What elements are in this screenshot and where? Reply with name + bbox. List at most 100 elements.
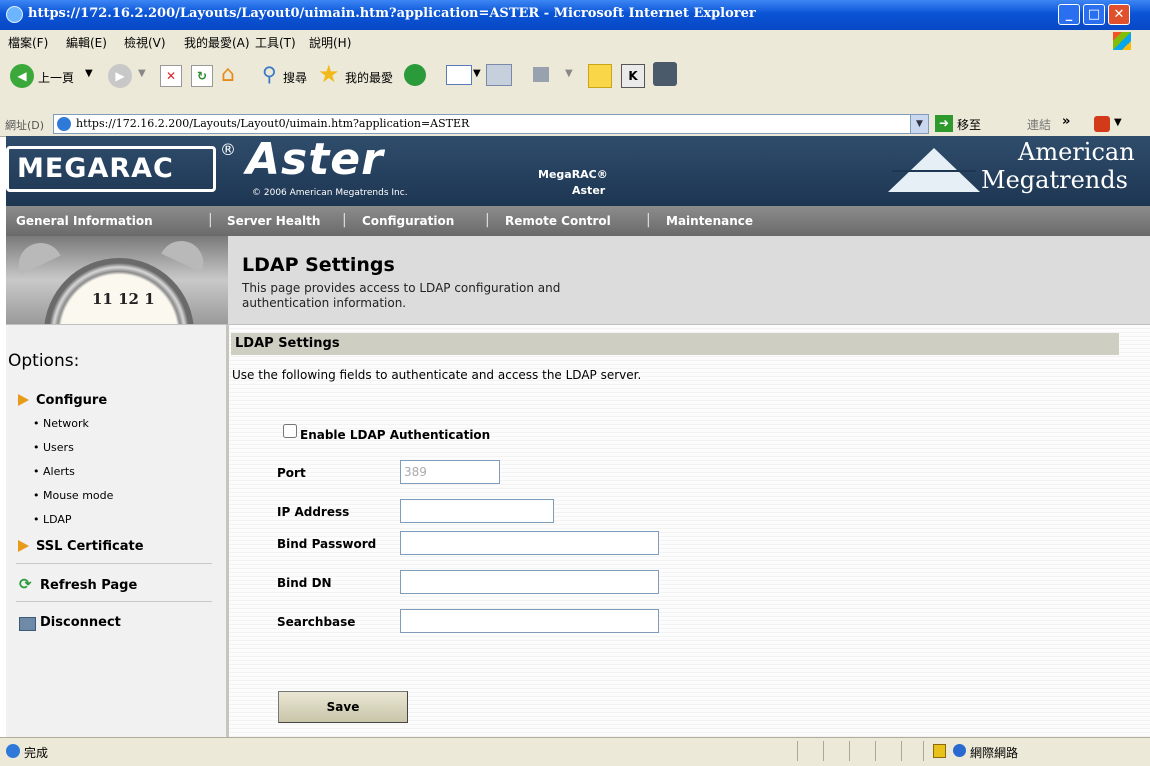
ip-address-input[interactable] bbox=[400, 499, 554, 523]
history-icon[interactable] bbox=[404, 64, 426, 86]
copyright-text: © 2006 American Megatrends Inc. bbox=[252, 188, 408, 198]
ami-logo-stripe bbox=[892, 170, 976, 172]
search-icon[interactable]: ⚲ bbox=[262, 62, 277, 86]
close-button[interactable]: ✕ bbox=[1108, 4, 1130, 25]
nav-remote-control[interactable]: Remote Control bbox=[505, 214, 611, 228]
edit-icon[interactable] bbox=[533, 67, 549, 82]
nav-maintenance[interactable]: Maintenance bbox=[666, 214, 753, 228]
sidebar-users[interactable]: • Users bbox=[33, 441, 74, 454]
main-nav: General Information | Server Health | Co… bbox=[6, 206, 1150, 236]
disconnect-icon[interactable] bbox=[19, 617, 36, 631]
page-title: LDAP Settings bbox=[242, 254, 395, 276]
refresh-icon[interactable]: ↻ bbox=[191, 65, 213, 87]
sidebar-disconnect[interactable]: Disconnect bbox=[40, 615, 121, 630]
ie-icon bbox=[6, 6, 23, 23]
menu-file[interactable]: 檔案(F) bbox=[8, 34, 48, 51]
address-dropdown-icon[interactable]: ▼ bbox=[910, 115, 928, 133]
ssl-arrow-icon bbox=[18, 540, 29, 552]
nav-general-information[interactable]: General Information bbox=[16, 214, 153, 228]
searchbase-label: Searchbase bbox=[277, 615, 356, 629]
zone-text: 網際網路 bbox=[970, 746, 1019, 760]
alarm-clock-image: 11 12 1 bbox=[6, 236, 228, 324]
aster-logo: Aster bbox=[246, 134, 384, 185]
search-label[interactable]: 搜尋 bbox=[283, 69, 307, 86]
menu-help[interactable]: 說明(H) bbox=[309, 34, 351, 51]
enable-ldap-checkbox[interactable] bbox=[283, 424, 297, 438]
k-app-icon[interactable]: K bbox=[621, 64, 645, 88]
sidebar-configure[interactable]: Configure bbox=[36, 393, 107, 408]
status-text: 完成 bbox=[24, 746, 49, 760]
back-arrow-icon[interactable]: ◀ bbox=[10, 64, 34, 88]
page-icon bbox=[57, 117, 71, 131]
forward-dropdown-icon[interactable]: ▼ bbox=[138, 68, 146, 79]
nav-server-health[interactable]: Server Health bbox=[227, 214, 320, 228]
notes-icon[interactable] bbox=[588, 64, 612, 88]
edit-dropdown-icon[interactable]: ▼ bbox=[565, 68, 573, 79]
links-expand-icon[interactable]: » bbox=[1062, 114, 1070, 129]
favorites-label[interactable]: 我的最愛 bbox=[345, 69, 393, 86]
status-bar: 完成 網際網路 bbox=[0, 737, 1150, 766]
save-button[interactable]: Save bbox=[278, 691, 408, 723]
back-dropdown-icon[interactable]: ▼ bbox=[85, 68, 93, 79]
options-sidebar: Options: Configure • Network • Users • A… bbox=[6, 325, 226, 737]
refresh-page-icon[interactable]: ⟳ bbox=[19, 575, 32, 593]
maximize-button[interactable]: □ bbox=[1083, 4, 1105, 25]
stop-icon[interactable]: ✕ bbox=[160, 65, 182, 87]
clock-bell-right bbox=[161, 236, 211, 273]
bind-dn-input[interactable] bbox=[400, 570, 659, 594]
megarac-banner: MEGARAC ® Aster © 2006 American Megatren… bbox=[6, 134, 1150, 206]
sidebar-ldap[interactable]: • LDAP bbox=[33, 513, 72, 526]
port-input[interactable] bbox=[400, 460, 500, 484]
company-line1: American bbox=[1018, 138, 1135, 166]
mail-dropdown-icon[interactable]: ▼ bbox=[473, 68, 481, 79]
menu-favorites[interactable]: 我的最愛(A) bbox=[184, 34, 250, 51]
favorites-star-icon[interactable]: ★ bbox=[318, 60, 340, 88]
forward-arrow-icon[interactable]: ▶ bbox=[108, 64, 132, 88]
megarac-logo: MEGARAC bbox=[6, 146, 216, 192]
address-input[interactable]: https://172.16.2.200/Layouts/Layout0/uim… bbox=[53, 114, 929, 134]
sidebar-ssl-certificate[interactable]: SSL Certificate bbox=[36, 539, 144, 554]
options-heading: Options: bbox=[8, 351, 80, 371]
sidebar-divider bbox=[16, 601, 212, 602]
sidebar-network[interactable]: • Network bbox=[33, 417, 89, 430]
port-label: Port bbox=[277, 466, 306, 480]
done-page-icon bbox=[6, 744, 20, 758]
mail-icon[interactable] bbox=[446, 65, 472, 85]
windows-logo-icon bbox=[1113, 32, 1131, 50]
print-icon[interactable] bbox=[486, 64, 512, 86]
sidebar-mouse-mode[interactable]: • Mouse mode bbox=[33, 489, 113, 502]
home-icon[interactable]: ⌂ bbox=[221, 62, 235, 87]
bind-password-input[interactable] bbox=[400, 531, 659, 555]
links-label[interactable]: 連結 bbox=[1027, 116, 1051, 133]
nav-separator: | bbox=[342, 212, 347, 228]
enable-ldap-label[interactable]: Enable LDAP Authentication bbox=[300, 428, 490, 442]
pdf-tool-icon[interactable] bbox=[1094, 116, 1110, 132]
section-title: LDAP Settings bbox=[235, 336, 340, 351]
status-separator bbox=[849, 741, 850, 761]
menu-bar: 檔案(F) 編輯(E) 檢視(V) 我的最愛(A) 工具(T) 說明(H) bbox=[0, 30, 1150, 53]
clock-numbers: 11 12 1 bbox=[92, 290, 155, 308]
status-separator bbox=[901, 741, 902, 761]
address-label: 網址(D) bbox=[5, 119, 45, 132]
sidebar-refresh-page[interactable]: Refresh Page bbox=[40, 578, 137, 593]
minimize-button[interactable]: _ bbox=[1058, 4, 1080, 25]
section-header: LDAP Settings bbox=[231, 333, 1119, 355]
searchbase-input[interactable] bbox=[400, 609, 659, 633]
messenger-icon[interactable] bbox=[653, 62, 677, 86]
model-line2: Aster bbox=[572, 184, 606, 197]
menu-view[interactable]: 檢視(V) bbox=[124, 34, 166, 51]
menu-tools[interactable]: 工具(T) bbox=[255, 34, 296, 51]
status-separator bbox=[875, 741, 876, 761]
nav-configuration[interactable]: Configuration bbox=[362, 214, 454, 228]
bind-password-label: Bind Password bbox=[277, 537, 377, 551]
menu-edit[interactable]: 編輯(E) bbox=[66, 34, 107, 51]
page-description-line2: authentication information. bbox=[242, 296, 407, 310]
back-label[interactable]: 上一頁 bbox=[38, 69, 74, 86]
go-arrow-icon[interactable]: ➜ bbox=[935, 115, 953, 132]
bind-dn-label: Bind DN bbox=[277, 576, 332, 590]
go-button[interactable]: 移至 bbox=[957, 116, 981, 133]
toolbar: ◀ 上一頁 ▼ ▶ ▼ ✕ ↻ ⌂ ⚲ 搜尋 ★ 我的最愛 ▼ ▼ K bbox=[0, 52, 1150, 113]
sidebar-alerts[interactable]: • Alerts bbox=[33, 465, 75, 478]
pdf-dropdown-icon[interactable]: ▼ bbox=[1114, 117, 1122, 128]
internet-globe-icon bbox=[953, 744, 966, 757]
